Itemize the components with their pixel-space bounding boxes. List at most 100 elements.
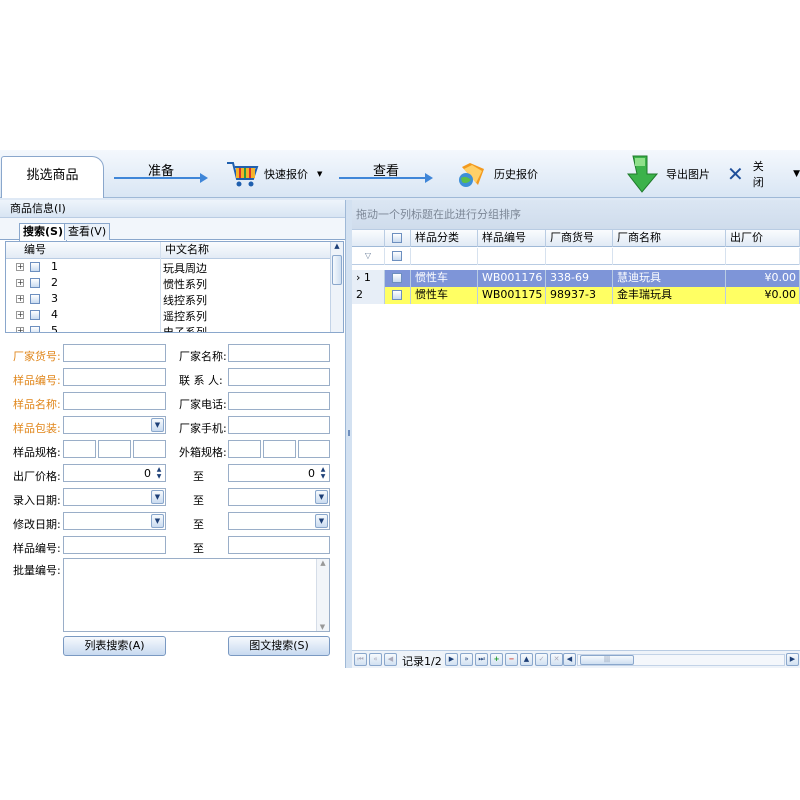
history-quote-button[interactable]: 历史报价 [455,150,538,198]
nav-edit-icon[interactable]: ▲ [520,653,533,666]
nav-prev-icon[interactable]: ◀ [384,653,397,666]
group-by-hint[interactable]: 拖动一个列标题在此进行分组排序 [352,200,800,230]
batch-no-textarea[interactable]: ▲ ▼ [63,558,330,632]
cell-price[interactable]: ¥0.00 [726,270,800,287]
expand-plus-icon[interactable]: + [16,311,24,319]
cell-sample-no[interactable]: WB001176 [478,270,546,287]
close-button[interactable]: ✕ 关闭 ▼ [727,150,800,198]
tab-pick-goods[interactable]: 挑选商品 [1,156,104,198]
cell-category[interactable]: 惯性车 [411,270,478,287]
chevron-down-icon[interactable]: ▼ [151,490,164,504]
price-to-input[interactable]: 0 ▲ ▼ [228,464,330,482]
checkbox-icon[interactable] [30,294,40,304]
filter-icon[interactable]: ▽ [352,248,385,265]
table-row[interactable]: › 1 惯性车 WB001176 338-69 慧迪玩具 ¥0.00 [352,270,800,287]
sample-no-input[interactable] [63,368,166,386]
contact-input[interactable] [228,368,330,386]
tree-row[interactable]: +4 遥控系列 [6,307,343,323]
chevron-down-icon[interactable]: ▼ [317,170,322,178]
tree-row[interactable]: +3 线控系列 [6,291,343,307]
factory-mobile-input[interactable] [228,416,330,434]
tab-search[interactable]: 搜索(S) [19,223,67,241]
nav-delete-icon[interactable]: − [505,653,518,666]
cell-category[interactable]: 惯性车 [411,287,478,304]
checkbox-icon[interactable] [392,233,402,243]
sample-no-to-input[interactable] [228,536,330,554]
modify-date-to-select[interactable]: ▼ [228,512,330,530]
tree-row[interactable]: +5 电子系列 [6,323,343,332]
nav-last-icon[interactable]: ⏭ [475,653,488,666]
chevron-down-icon[interactable]: ▼ [315,490,328,504]
nav-prev-page-icon[interactable]: « [369,653,382,666]
chevron-down-icon[interactable]: ▼ [151,514,164,528]
checkbox-icon[interactable] [392,290,402,300]
nav-first-icon[interactable]: ⏮ [354,653,367,666]
cell-factory-name[interactable]: 慧迪玩具 [613,270,726,287]
checkbox-icon[interactable] [30,310,40,320]
sample-spec-height-input[interactable] [133,440,166,458]
outer-spec-width-input[interactable] [263,440,296,458]
chevron-down-icon[interactable]: ▼ [315,514,328,528]
expand-plus-icon[interactable]: + [16,295,24,303]
export-image-button[interactable]: 导出图片 [627,150,710,198]
factory-phone-input[interactable] [228,392,330,410]
cell-price[interactable]: ¥0.00 [726,287,800,304]
expand-plus-icon[interactable]: + [16,263,24,271]
factory-no-input[interactable] [63,344,166,362]
scroll-up-icon[interactable]: ▲ [331,242,343,250]
quick-quote-button[interactable]: 快速报价 ▼ [225,150,322,198]
col-header-category[interactable]: 样品分类 [411,230,478,247]
tree-header-name[interactable]: 中文名称 [161,242,209,258]
checkbox-icon[interactable] [392,273,402,283]
scroll-thumb[interactable] [332,255,342,285]
checkbox-icon[interactable] [30,262,40,272]
col-header-sample-no[interactable]: 样品编号 [478,230,546,247]
factory-name-input[interactable] [228,344,330,362]
checkbox-icon[interactable] [30,278,40,288]
select-all-header[interactable] [385,230,411,247]
spinner-icon[interactable]: ▲ ▼ [318,466,328,480]
entry-date-to-select[interactable]: ▼ [228,488,330,506]
hscroll-left-icon[interactable]: ◀ [563,653,576,666]
tree-row[interactable]: +1 玩具周边 [6,259,343,275]
filter-price[interactable] [726,248,800,265]
horizontal-scrollbar[interactable]: ||| [577,654,785,666]
chevron-down-icon[interactable]: ▼ [151,418,164,432]
sample-no-from-input[interactable] [63,536,166,554]
cell-sample-no[interactable]: WB001175 [478,287,546,304]
nav-add-icon[interactable]: + [490,653,503,666]
tree-scrollbar[interactable]: ▲ [330,242,343,332]
outer-spec-height-input[interactable] [298,440,330,458]
sample-spec-width-input[interactable] [98,440,131,458]
filter-category[interactable] [411,248,478,265]
filter-factory-no[interactable] [546,248,613,265]
close-menu-chevron-icon[interactable]: ▼ [793,169,800,179]
filter-sample-no[interactable] [478,248,546,265]
row-indicator[interactable]: 2 [352,287,385,304]
cell-factory-no[interactable]: 98937-3 [546,287,613,304]
col-header-price[interactable]: 出厂价 [726,230,800,247]
row-select-cell[interactable] [385,270,411,287]
filter-select-cell[interactable] [385,248,411,265]
table-row[interactable]: 2 惯性车 WB001175 98937-3 金丰瑞玩具 ¥0.00 [352,287,800,304]
checkbox-icon[interactable] [30,326,40,332]
textarea-scrollbar[interactable]: ▲ ▼ [316,559,329,631]
sample-name-input[interactable] [63,392,166,410]
image-search-button[interactable]: 图文搜索(S) [228,636,330,656]
row-select-cell[interactable] [385,287,411,304]
tab-view[interactable]: 查看(V) [64,223,111,240]
tree-header-code[interactable]: 编号 [6,242,161,258]
expand-plus-icon[interactable]: + [16,327,24,332]
hscroll-thumb[interactable]: ||| [580,655,634,665]
outer-spec-length-input[interactable] [228,440,261,458]
price-from-input[interactable]: 0 ▲ ▼ [63,464,166,482]
col-header-factory-name[interactable]: 厂商名称 [613,230,726,247]
sample-spec-length-input[interactable] [63,440,96,458]
cell-factory-no[interactable]: 338-69 [546,270,613,287]
nav-next-icon[interactable]: ▶ [445,653,458,666]
expand-plus-icon[interactable]: + [16,279,24,287]
sample-pack-select[interactable]: ▼ [63,416,166,434]
list-search-button[interactable]: 列表搜索(A) [63,636,166,656]
nav-cancel-icon[interactable]: ✕ [550,653,563,666]
modify-date-from-select[interactable]: ▼ [63,512,166,530]
